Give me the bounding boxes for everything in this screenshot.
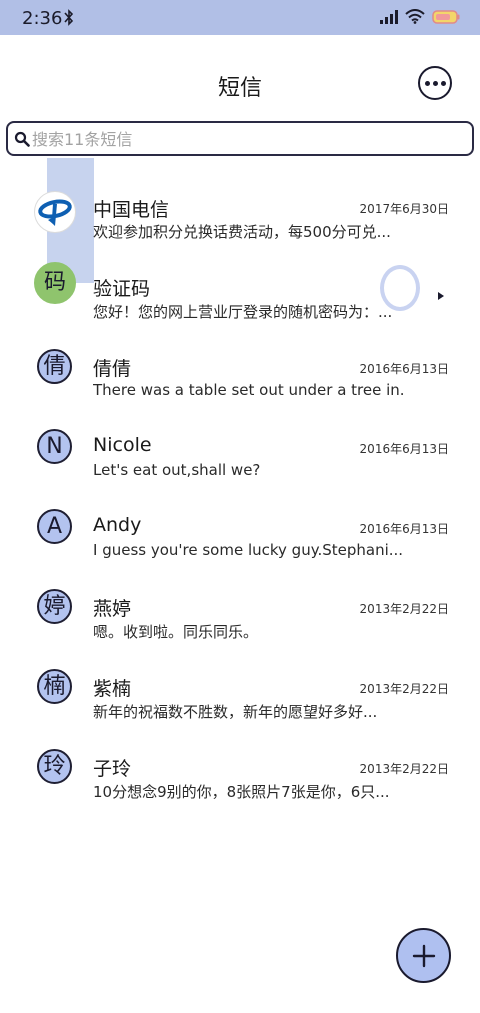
contact-name: Nicole	[93, 434, 152, 456]
status-icons	[380, 9, 460, 24]
search-icon	[14, 131, 30, 147]
conversation-row[interactable]: N Nicole 2016年6月13日 Let's eat out,shall …	[0, 410, 480, 490]
conversation-row[interactable]: A Andy 2016年6月13日 I guess you're some lu…	[0, 490, 480, 570]
contact-avatar: A	[37, 509, 72, 544]
message-preview: 10分想念9别的你，8张照片7张是你，6只...	[93, 783, 390, 801]
conversation-row[interactable]: 楠 紫楠 2013年2月22日 新年的祝福数不胜数，新年的愿望好多好...	[0, 650, 480, 730]
status-time: 2:36	[22, 8, 63, 29]
contact-avatar: N	[37, 429, 72, 464]
contact-name: 燕婷	[93, 598, 132, 620]
message-preview: I guess you're some lucky guy.Stephani..…	[93, 541, 403, 559]
more-dot-icon	[440, 80, 446, 86]
loading-spinner-icon	[380, 265, 420, 311]
message-preview: 您好！您的网上营业厅登录的随机密码为：...	[93, 303, 393, 321]
contact-name: 验证码	[93, 278, 151, 300]
message-date: 2016年6月13日	[359, 522, 449, 536]
conversation-row[interactable]: 玲 子玲 2013年2月22日 10分想念9别的你，8张照片7张是你，6只...	[0, 730, 480, 810]
contact-name: 子玲	[93, 758, 132, 780]
contact-avatar: 婷	[37, 589, 72, 624]
page-title: 短信	[217, 76, 262, 101]
status-bar: 2:36	[0, 0, 480, 35]
battery-icon	[432, 9, 460, 24]
china-telecom-logo-icon	[34, 191, 76, 233]
play-icon[interactable]	[437, 291, 445, 301]
plus-icon	[412, 944, 435, 967]
bluetooth-icon	[64, 9, 74, 26]
more-dot-icon	[432, 80, 438, 86]
search-input[interactable]	[32, 125, 462, 153]
message-preview: Let's eat out,shall we?	[93, 461, 261, 479]
contact-avatar: 倩	[37, 349, 72, 384]
signal-icon	[380, 9, 398, 24]
message-preview: 新年的祝福数不胜数，新年的愿望好多好...	[93, 703, 378, 721]
message-date: 2016年6月13日	[359, 442, 449, 456]
more-dot-icon	[424, 80, 430, 86]
contact-name: 中国电信	[93, 199, 170, 221]
message-date: 2016年6月13日	[359, 362, 449, 376]
search-bar[interactable]	[6, 121, 474, 156]
message-preview: 嗯。收到啦。同乐同乐。	[93, 623, 259, 641]
more-options-button[interactable]	[418, 66, 452, 100]
contact-avatar: 玲	[37, 749, 72, 784]
message-preview: 欢迎参加积分兑换话费活动，每500分可兑...	[93, 223, 391, 241]
message-preview: There was a table set out under a tree i…	[93, 381, 403, 399]
contact-name: Andy	[93, 514, 142, 536]
message-date: 2013年2月22日	[359, 682, 449, 696]
conversation-row[interactable]: 中国电信 2017年6月30日 欢迎参加积分兑换话费活动，每500分可兑...	[0, 170, 480, 250]
message-date: 2017年6月30日	[359, 202, 449, 216]
contact-name: 倩倩	[93, 358, 132, 380]
wifi-icon	[405, 9, 425, 24]
contact-avatar: 码	[34, 262, 76, 304]
conversation-row[interactable]: 婷 燕婷 2013年2月22日 嗯。收到啦。同乐同乐。	[0, 570, 480, 650]
message-date: 2013年2月22日	[359, 762, 449, 776]
conversation-row[interactable]: 倩 倩倩 2016年6月13日 There was a table set ou…	[0, 330, 480, 410]
contact-avatar: 楠	[37, 669, 72, 704]
message-date: 2013年2月22日	[359, 602, 449, 616]
telecom-logo-graphic	[38, 199, 72, 226]
new-message-button[interactable]	[396, 928, 451, 983]
contact-name: 紫楠	[93, 678, 132, 700]
